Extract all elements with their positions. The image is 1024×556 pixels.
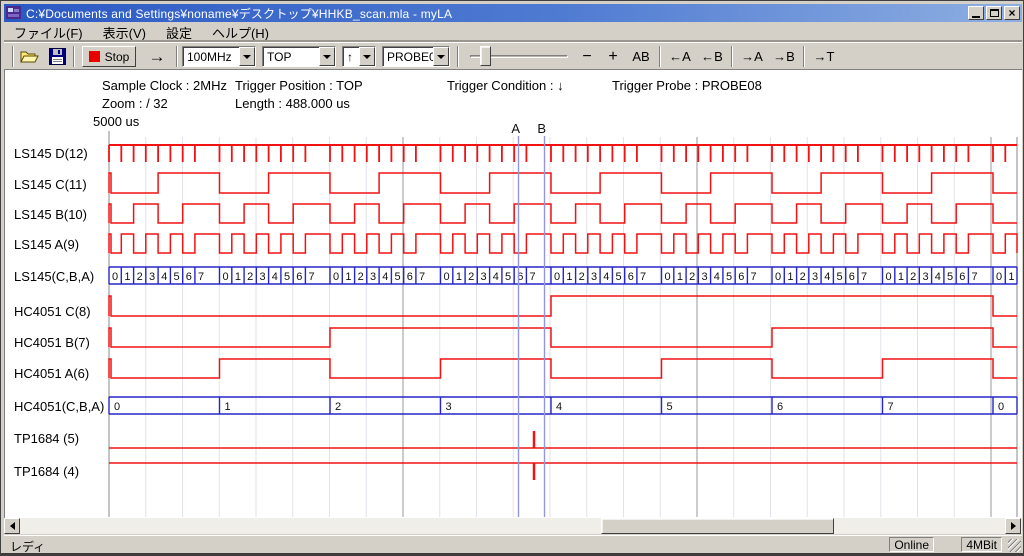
dropdown-arrow-icon[interactable] [239,47,255,66]
open-file-button[interactable] [19,47,41,66]
floppy-save-icon [49,48,66,65]
sample-clock-text: Sample Clock : 2MHz [102,78,227,93]
probe-select-value: PROBE00 [383,47,433,66]
timescale-text: 5000 us [93,114,139,129]
open-folder-icon [20,49,40,65]
save-file-button[interactable] [46,47,68,66]
signal-label-4: LS145(C,B,A) [14,269,94,284]
signal-label-9: TP1684 (5) [14,431,79,446]
menu-file[interactable]: ファイル(F) [4,22,93,44]
close-button[interactable]: × [1004,6,1020,20]
resize-grip[interactable] [1008,539,1021,552]
trigger-position-text: Trigger Position : TOP [235,78,363,93]
toolbar-separator [803,46,805,67]
signal-label-2: LS145 B(10) [14,207,87,222]
trigger-condition-text: Trigger Condition : ↓ [447,78,564,93]
menu-bar: ファイル(F) 表示(V) 設定 ヘルプ(H) [4,24,1022,41]
dropdown-arrow-icon[interactable] [319,47,335,66]
menu-view[interactable]: 表示(V) [93,22,156,44]
zoom-out-button[interactable]: − [576,46,598,67]
stop-label: Stop [105,50,130,64]
toolbar-separator [659,46,661,67]
app-window: C:¥Documents and Settings¥noname¥デスクトップ¥… [0,0,1024,556]
ab-span-button[interactable]: AB [628,46,654,67]
toolbar: Stop → 100MHz TOP ↑ PROBE00 − + AB ←A [4,42,1022,69]
zoom-text: Zoom : / 32 [102,96,168,111]
signal-label-0: LS145 D(12) [14,146,88,161]
dropdown-arrow-icon[interactable] [433,47,449,66]
signal-label-8: HC4051(C,B,A) [14,399,104,414]
single-run-button[interactable]: → [142,46,172,67]
window-title: C:¥Documents and Settings¥noname¥デスクトップ¥… [26,5,966,22]
stop-icon [89,51,100,62]
toolbar-separator [73,46,75,67]
clock-select-value: 100MHz [183,47,239,66]
probe-select[interactable]: PROBE00 [382,46,450,67]
zoom-slider-handle[interactable] [480,46,491,66]
maximize-button[interactable] [986,6,1002,20]
horizontal-scrollbar[interactable] [4,518,1022,534]
minimize-button[interactable] [968,6,984,20]
waveform-client-area[interactable]: Sample Clock : 2MHz Trigger Position : T… [4,69,1022,518]
goto-cursor-a-button[interactable]: ←A [666,46,694,67]
status-online-badge: Online [889,537,934,552]
minimize-icon [972,16,980,18]
title-bar[interactable]: C:¥Documents and Settings¥noname¥デスクトップ¥… [4,4,1022,22]
set-cursor-b-button[interactable]: →B [770,46,798,67]
scroll-left-icon [6,522,15,530]
run-arrow-icon: → [149,47,166,67]
scroll-right-button[interactable] [1005,518,1021,534]
clock-select[interactable]: 100MHz [182,46,256,67]
signal-label-5: HC4051 C(8) [14,304,91,319]
toolbar-separator [176,46,178,67]
length-text: Length : 488.000 us [235,96,350,111]
signal-label-3: LS145 A(9) [14,237,79,252]
goto-trigger-button[interactable]: →T [810,46,838,67]
menu-settings[interactable]: 設定 [156,22,202,44]
signal-label-1: LS145 C(11) [14,177,87,192]
status-bar: レディ Online 4MBit [4,535,1022,553]
stop-button[interactable]: Stop [82,46,136,67]
app-icon [6,6,22,20]
trigger-probe-text: Trigger Probe : PROBE08 [612,78,762,93]
toolbar-separator [457,46,459,67]
scroll-right-icon [1011,522,1020,530]
trigger-edge-value: ↑ [343,47,359,66]
scroll-left-button[interactable] [4,518,20,534]
toolbar-separator [12,46,14,67]
signal-label-6: HC4051 B(7) [14,335,90,350]
signal-label-10: TP1684 (4) [14,464,79,479]
zoom-in-button[interactable]: + [602,46,624,67]
scrollbar-thumb[interactable] [601,518,834,534]
trigger-edge-select[interactable]: ↑ [342,46,376,67]
signal-label-7: HC4051 A(6) [14,366,89,381]
status-memory-badge: 4MBit [961,537,1002,552]
trigger-position-value: TOP [263,47,319,66]
dropdown-arrow-icon[interactable] [359,47,375,66]
trigger-position-select[interactable]: TOP [262,46,336,67]
set-cursor-a-button[interactable]: →A [738,46,766,67]
goto-cursor-b-button[interactable]: ←B [698,46,726,67]
toolbar-separator [731,46,733,67]
maximize-icon [990,9,999,17]
close-icon: × [1008,7,1015,19]
menu-help[interactable]: ヘルプ(H) [202,22,279,44]
